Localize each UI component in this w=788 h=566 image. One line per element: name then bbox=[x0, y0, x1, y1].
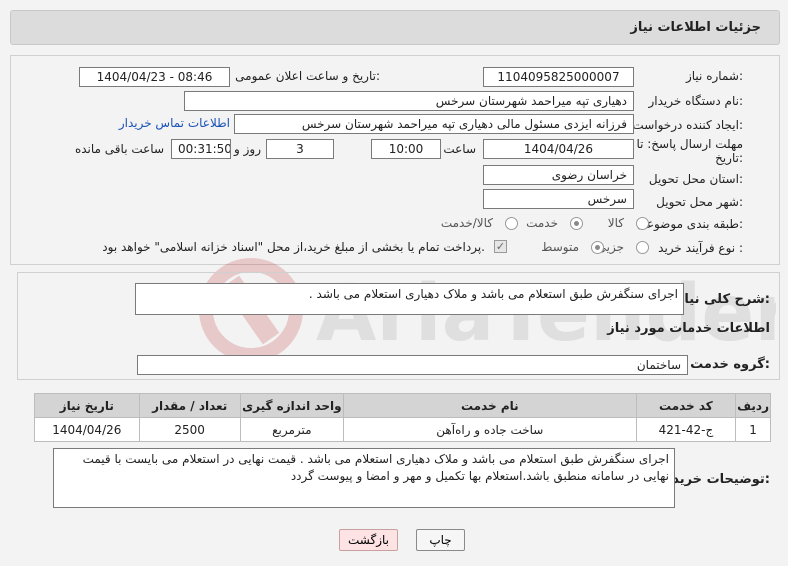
deadline-label-line2: تاریخ: bbox=[715, 151, 743, 165]
header-bar: جزئیات اطلاعات نیاز bbox=[10, 10, 780, 45]
services-section-title: اطلاعات خدمات مورد نیاز bbox=[607, 321, 770, 336]
col-quantity: تعداد / مقدار bbox=[138, 393, 241, 418]
need-number-label: شماره نیاز: bbox=[685, 69, 743, 83]
summary-textbox[interactable]: اجرای سنگفرش طبق استعلام می باشد و ملاک … bbox=[135, 283, 684, 315]
col-service-code: کد خدمت bbox=[635, 393, 737, 418]
col-service-name: نام خدمت bbox=[342, 393, 637, 418]
category-label: طبقه بندی موضوعی: bbox=[636, 217, 743, 231]
category-radio-service[interactable] bbox=[570, 217, 583, 230]
city-label: شهر محل تحویل: bbox=[656, 195, 743, 209]
category-option-goods-service: کالا/خدمت bbox=[440, 216, 493, 230]
deadline-date-field[interactable]: 1404/04/26 bbox=[483, 139, 634, 159]
buyer-notes-label: توضیحات خریدار: bbox=[660, 472, 770, 487]
col-unit: واحد اندازه گیری bbox=[239, 393, 344, 418]
deadline-label-line1: مهلت ارسال پاسخ: تا bbox=[636, 137, 743, 151]
province-label: استان محل تحویل: bbox=[648, 172, 743, 186]
cell-service-name: ساخت جاده و راه‌آهن bbox=[342, 417, 637, 442]
need-number-field[interactable]: 1104095825000007 bbox=[483, 67, 634, 87]
treasury-payment-note: پرداخت تمام یا بخشی از مبلغ خرید،از محل … bbox=[102, 240, 485, 254]
print-button[interactable]: چاپ bbox=[416, 529, 465, 551]
col-row: ردیف bbox=[735, 393, 771, 418]
purchase-radio-minor[interactable] bbox=[636, 241, 649, 254]
cell-unit: مترمربع bbox=[239, 417, 344, 442]
cell-quantity: 2500 bbox=[138, 417, 241, 442]
purchase-option-medium: متوسط bbox=[541, 240, 579, 254]
cell-need-date: 1404/04/26 bbox=[34, 417, 140, 442]
buyer-contact-link[interactable]: اطلاعات تماس خریدار bbox=[119, 116, 230, 130]
creator-label: ایجاد کننده درخواست: bbox=[632, 118, 743, 132]
deadline-time-label: ساعت bbox=[443, 142, 476, 156]
category-radio-goods[interactable] bbox=[636, 217, 649, 230]
deadline-time-field[interactable]: 10:00 bbox=[371, 139, 441, 159]
col-need-date: تاریخ نیاز bbox=[34, 393, 140, 418]
category-option-service: خدمت bbox=[526, 216, 558, 230]
summary-label: شرح کلی نیاز: bbox=[676, 292, 770, 307]
announce-datetime-label: تاریخ و ساعت اعلان عمومی: bbox=[235, 69, 380, 83]
days-remaining-field[interactable]: 3 bbox=[266, 139, 334, 159]
time-remaining-field[interactable]: 00:31:50 bbox=[171, 139, 231, 159]
services-table-header: ردیف کد خدمت نام خدمت واحد اندازه گیری ت… bbox=[34, 393, 771, 418]
service-group-label: گروه خدمت: bbox=[690, 357, 770, 372]
service-group-field[interactable]: ساختمان bbox=[137, 355, 688, 375]
purchase-type-label: نوع فرآیند خرید : bbox=[658, 241, 743, 255]
table-row: 1 ج-42-421 ساخت جاده و راه‌آهن مترمربع 2… bbox=[34, 417, 771, 442]
buyer-notes-textbox[interactable]: اجرای سنگفرش طبق استعلام می باشد و ملاک … bbox=[53, 448, 675, 508]
category-radio-goods-service[interactable] bbox=[505, 217, 518, 230]
category-option-goods: کالا bbox=[607, 216, 624, 230]
province-field[interactable]: خراسان رضوی bbox=[483, 165, 634, 185]
announce-datetime-field[interactable]: 1404/04/23 - 08:46 bbox=[79, 67, 230, 87]
services-table: ردیف کد خدمت نام خدمت واحد اندازه گیری ت… bbox=[34, 393, 771, 442]
treasury-payment-checkbox[interactable]: ✓ bbox=[494, 240, 507, 253]
time-remaining-label: ساعت باقی مانده bbox=[74, 142, 164, 156]
cell-row: 1 bbox=[735, 417, 771, 442]
buyer-org-field[interactable]: دهیاری تپه میراحمد شهرستان سرخس bbox=[184, 91, 634, 111]
creator-field[interactable]: فرزانه ایزدی مسئول مالی دهیاری تپه میراح… bbox=[234, 114, 634, 134]
buyer-org-label: نام دستگاه خریدار: bbox=[648, 94, 744, 108]
back-button[interactable]: بازگشت bbox=[339, 529, 398, 551]
purchase-radio-medium[interactable] bbox=[591, 241, 604, 254]
city-field[interactable]: سرخس bbox=[483, 189, 634, 209]
page-title: جزئیات اطلاعات نیاز bbox=[630, 20, 761, 35]
days-label: روز و bbox=[234, 142, 261, 156]
cell-service-code: ج-42-421 bbox=[635, 417, 737, 442]
